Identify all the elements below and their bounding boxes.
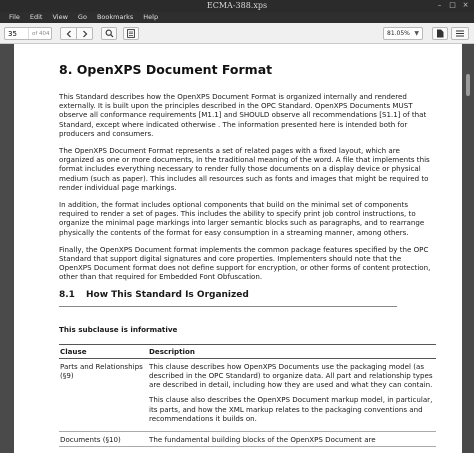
menu-bookmarks[interactable]: Bookmarks [92,12,138,23]
window-controls: – □ × [436,2,469,9]
column-header-description: Description [148,343,436,359]
table-cell-description: The fundamental building blocks of the O… [148,431,436,448]
section-number: 8.1 [59,289,75,300]
clause-table: Clause Description Parts and Relationshi… [59,343,436,448]
search-button[interactable] [101,27,117,40]
menu-edit[interactable]: Edit [25,12,48,23]
title-bar: ECMA-388.xps – □ × [0,0,474,12]
minimize-icon[interactable]: – [436,2,443,9]
description-paragraph: This clause also describes the OpenXPS D… [149,395,433,423]
paragraph-finally: Finally, the OpenXPS Document format imp… [59,244,431,282]
menu-file[interactable]: File [4,12,25,23]
maximize-icon[interactable]: □ [449,2,456,9]
document-page: 8. OpenXPS Document Format This Standard… [14,44,462,453]
vertical-scrollbar[interactable] [466,74,470,96]
description-paragraph: This clause describes how OpenXPS Docume… [149,361,433,390]
close-icon[interactable]: × [462,2,469,9]
table-row: Parts and Relationships (§9) This clause… [59,358,436,433]
document-icon [437,29,444,38]
paragraph-format: The OpenXPS Document Format represents a… [59,146,430,192]
table-cell-description: This clause describes how OpenXPS Docume… [148,358,436,433]
previous-page-button[interactable] [60,27,77,40]
main-menu-button[interactable] [451,27,469,40]
table-cell-clause: Documents (§10) [59,431,148,448]
informative-note: This subclause is informative [59,324,178,334]
page-number-entry: of 404 [4,27,52,40]
table-row: Documents (§10) The fundamental building… [59,431,436,448]
section-title: How This Standard Is Organized [86,289,249,300]
zoom-select[interactable]: 81.05% ▼ [383,27,423,40]
menu-go[interactable]: Go [73,12,92,23]
paragraph-intro: This Standard describes how the OpenXPS … [59,92,427,138]
table-header-row: Clause Description [59,343,436,359]
hamburger-icon [456,30,464,37]
table-cell-clause: Parts and Relationships (§9) [59,358,148,433]
toolbar: of 404 81.05% ▼ [0,23,474,44]
menu-view[interactable]: View [47,12,72,23]
document-properties-button[interactable] [432,27,448,40]
arrow-right-icon [82,30,87,37]
magnifier-icon [105,29,113,38]
chapter-heading: 8. OpenXPS Document Format [59,62,273,77]
chevron-down-icon: ▼ [414,30,419,37]
zoom-value: 81.05% [387,30,410,37]
column-header-clause: Clause [59,343,148,359]
menu-help[interactable]: Help [138,12,163,23]
next-page-button[interactable] [76,27,93,40]
section-heading: 8.1 How This Standard Is Organized [59,290,397,307]
page-content: 8. OpenXPS Document Format This Standard… [59,62,436,448]
document-viewport[interactable]: 8. OpenXPS Document Format This Standard… [0,44,474,453]
arrow-left-icon [66,30,71,37]
window-title: ECMA-388.xps [206,1,268,10]
menu-bar: File Edit View Go Bookmarks Help [0,12,474,23]
document-list-icon [127,29,135,38]
page-number-input[interactable] [5,28,29,39]
sidebar-toggle-button[interactable] [123,27,139,40]
page-count-label: of 404 [32,30,50,37]
paragraph-optional: In addition, the format includes optiona… [59,200,425,237]
